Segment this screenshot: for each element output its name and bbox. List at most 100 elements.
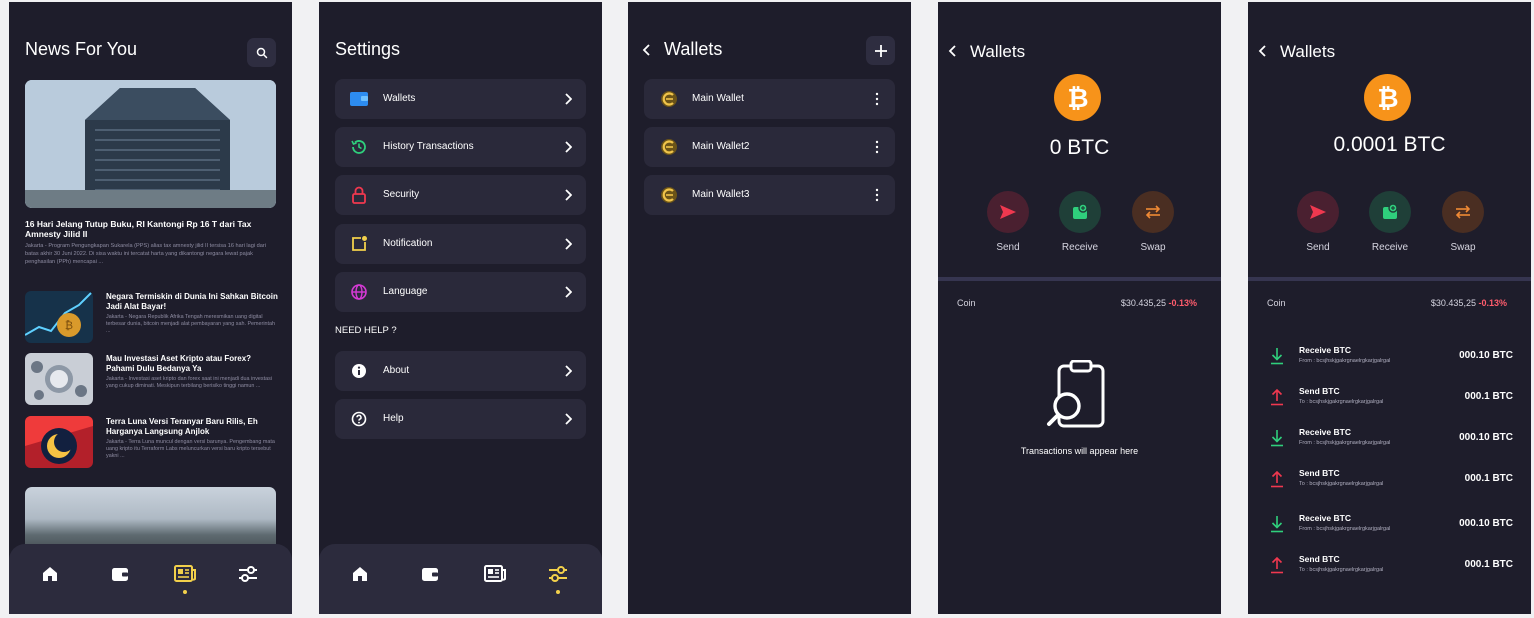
settings-item-label: Help: [383, 413, 404, 424]
nav-wallet[interactable]: [418, 562, 442, 586]
transaction-row[interactable]: Send BTC To : bcsjhskjgakrgnaelrgkarjgalr…: [1267, 385, 1513, 413]
transaction-amount: 000.10 BTC: [1459, 432, 1513, 443]
lock-icon: [352, 186, 366, 204]
nav-news[interactable]: [173, 562, 197, 586]
transaction-row[interactable]: Receive BTC From : bcsjhskjgakrgnaelrgkar…: [1267, 344, 1513, 372]
chevron-right-icon: [565, 189, 572, 201]
settings-item-label: History Transactions: [383, 141, 474, 152]
transaction-amount: 000.1 BTC: [1464, 473, 1513, 484]
svg-text:₿: ₿: [1377, 84, 1398, 113]
wallet-logo-icon: [661, 139, 677, 155]
transaction-type: Send BTC: [1299, 554, 1340, 564]
transaction-row[interactable]: Send BTC To : bcsjhskjgakrgnaelrgkarjgalr…: [1267, 467, 1513, 495]
page-title: Wallets: [970, 42, 1026, 61]
news-thumbnail: [25, 416, 93, 468]
nav-home[interactable]: [38, 562, 62, 586]
news-desc: Jakarta - Negara Republik Afrika Tengah …: [106, 314, 276, 335]
nav-news[interactable]: [483, 562, 507, 586]
action-label: Send: [996, 242, 1020, 253]
bottom-nav: [319, 544, 602, 614]
news-title: Mau Investasi Aset Kripto atau Forex? Pa…: [106, 354, 252, 373]
back-arrow-icon[interactable]: [1258, 44, 1268, 58]
transaction-row[interactable]: Receive BTC From : bcsjhskjgakrgnaelrgkar…: [1267, 512, 1513, 540]
wallet-icon: [422, 568, 438, 581]
transaction-row[interactable]: Send BTC To : bcsjhskjgakrgnaelrgkarjgalr…: [1267, 553, 1513, 581]
receive-button[interactable]: Receive: [1050, 191, 1110, 253]
settings-item-label: Language: [383, 286, 428, 297]
arrow-up-icon: [1271, 470, 1283, 488]
coin-price-value: $30.435,25: [1430, 298, 1476, 308]
settings-item-about[interactable]: About: [335, 351, 586, 391]
settings-item-language[interactable]: Language: [335, 272, 586, 312]
transaction-row[interactable]: Receive BTC From : bcsjhskjgakrgnaelrgkar…: [1267, 426, 1513, 454]
nav-settings[interactable]: [546, 562, 570, 586]
more-icon[interactable]: [875, 92, 879, 106]
bitcoin-icon: ₿: [1054, 74, 1101, 121]
swap-button[interactable]: Swap: [1123, 191, 1183, 253]
settings-item-security[interactable]: Security: [335, 175, 586, 215]
settings-item-wallets[interactable]: Wallets: [335, 79, 586, 119]
wallet-name: Main Wallet: [692, 93, 744, 104]
action-label: Swap: [1450, 242, 1476, 253]
back-arrow-icon[interactable]: [948, 44, 958, 58]
wallet-detail-screen: Wallets ₿ 0.0001 BTC Send Receive Swap C…: [1248, 2, 1531, 614]
wallet-item[interactable]: Main Wallet2: [644, 127, 895, 167]
send-button[interactable]: Send: [1288, 191, 1348, 253]
sliders-icon: [549, 566, 567, 582]
coin-price: $30.435,25 -0.13%: [1121, 298, 1197, 308]
wallet-item[interactable]: Main Wallet: [644, 79, 895, 119]
transaction-amount: 000.10 BTC: [1459, 350, 1513, 361]
wallet-name: Main Wallet2: [692, 141, 750, 152]
empty-state-text: Transactions will appear here: [1020, 446, 1139, 456]
news-item[interactable]: ₿ Negara Termiskin di Dunia Ini Sahkan B…: [25, 291, 281, 345]
settings-item-history[interactable]: History Transactions: [335, 127, 586, 167]
news-item[interactable]: Mau Investasi Aset Kripto atau Forex? Pa…: [25, 353, 281, 407]
transaction-address: To : bcsjhskjgakrgnaelrgkarjgalrgal: [1299, 399, 1384, 405]
receive-button[interactable]: Receive: [1360, 191, 1420, 253]
transaction-address: To : bcsjhskjgakrgnaelrgkarjgalrgal: [1299, 481, 1384, 487]
transaction-amount: 000.1 BTC: [1464, 391, 1513, 402]
home-icon: [353, 567, 367, 581]
news-item[interactable]: Terra Luna Versi Teranyar Baru Rilis, Eh…: [25, 416, 281, 470]
settings-item-help[interactable]: Help: [335, 399, 586, 439]
send-icon: [1310, 205, 1326, 219]
coin-label: Coin: [1267, 298, 1286, 308]
more-icon[interactable]: [875, 188, 879, 202]
wallet-detail-empty-screen: Wallets ₿ 0 BTC Send Receive Swap Coin $…: [938, 2, 1221, 614]
send-icon: [1000, 205, 1016, 219]
chevron-right-icon: [565, 413, 572, 425]
search-button[interactable]: [247, 38, 276, 67]
wallet-name: Main Wallet3: [692, 189, 750, 200]
wallet-item[interactable]: Main Wallet3: [644, 175, 895, 215]
page-title: Wallets: [1280, 42, 1336, 61]
balance: 0.0001 BTC: [1333, 133, 1446, 156]
settings-item-label: Notification: [383, 238, 433, 249]
nav-home[interactable]: [348, 562, 372, 586]
settings-screen: Settings Wallets History Transactions Se…: [319, 2, 602, 614]
bottom-nav: [9, 544, 292, 614]
transaction-amount: 000.1 BTC: [1464, 559, 1513, 570]
info-icon: [352, 364, 366, 378]
settings-item-notification[interactable]: Notification: [335, 224, 586, 264]
back-arrow-icon[interactable]: [642, 43, 652, 57]
globe-icon: [351, 284, 367, 300]
page-title: Settings: [335, 39, 401, 59]
action-label: Send: [1306, 242, 1330, 253]
swap-button[interactable]: Swap: [1433, 191, 1493, 253]
nav-wallet[interactable]: [108, 562, 132, 586]
headline-title[interactable]: 16 Hari Jelang Tutup Buku, RI Kantongi R…: [25, 219, 277, 239]
coin-price-value: $30.435,25: [1120, 298, 1166, 308]
page-title: Wallets: [664, 39, 723, 59]
headline-image[interactable]: [25, 80, 276, 208]
divider: [938, 277, 1221, 281]
transaction-address: To : bcsjhskjgakrgnaelrgkarjgalrgal: [1299, 567, 1384, 573]
more-icon[interactable]: [875, 140, 879, 154]
wallet-icon: [112, 568, 128, 581]
transaction-type: Receive BTC: [1299, 513, 1351, 523]
add-wallet-button[interactable]: [866, 36, 895, 65]
send-button[interactable]: Send: [978, 191, 1038, 253]
nav-settings[interactable]: [236, 562, 260, 586]
wallet-logo-icon: [661, 187, 677, 203]
receive-icon: [1383, 203, 1398, 219]
settings-item-label: Security: [383, 189, 420, 200]
